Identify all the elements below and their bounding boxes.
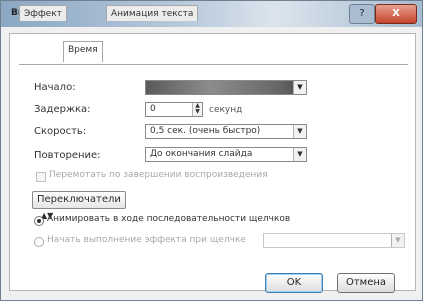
sequence-radio-label: Анимировать в ходе последовательности ще… — [47, 214, 291, 224]
duration-label: Скорость: — [34, 126, 87, 137]
chevron-down-icon: ▼ — [391, 234, 404, 247]
chevron-down-icon: ▼ — [293, 125, 306, 138]
sequence-radio[interactable] — [34, 216, 44, 226]
tab-effect[interactable]: Эффект — [19, 5, 67, 21]
repeat-label: Повторение: — [34, 150, 101, 161]
repeat-value: До окончания слайда — [150, 149, 253, 159]
start-combo[interactable]: ▼ — [145, 80, 307, 95]
delay-spinner[interactable]: 0 ▲ ▼ — [145, 102, 203, 117]
duration-value: 0,5 сек. (очень быстро) — [150, 126, 261, 136]
chevron-down-icon: ▼ — [293, 148, 306, 161]
tab-text-animation[interactable]: Анимация текста — [106, 5, 199, 21]
tab-timing[interactable]: Время — [63, 41, 103, 62]
delay-value: 0 — [150, 104, 156, 114]
on-click-radio-label: Начать выполнение эффекта при щелчке — [47, 235, 246, 245]
on-click-radio[interactable] — [34, 237, 44, 247]
triggers-button[interactable]: Переключатели ▲▼ — [32, 191, 126, 220]
rewind-checkbox[interactable] — [36, 172, 46, 182]
delay-label: Задержка: — [34, 104, 91, 115]
duration-combo[interactable]: 0,5 сек. (очень быстро) ▼ — [145, 124, 307, 139]
spinner-arrows-icon[interactable]: ▲ ▼ — [192, 103, 202, 116]
ok-button[interactable]: OK — [265, 273, 323, 293]
start-label: Начало: — [34, 82, 76, 93]
close-button[interactable]: X — [375, 4, 417, 24]
repeat-combo[interactable]: До окончания слайда ▼ — [145, 147, 307, 162]
cancel-button[interactable]: Отмена — [337, 273, 395, 293]
on-click-object-combo[interactable]: ▼ — [263, 233, 405, 248]
effect-options-dialog: Вылет ? X Эффект Время Анимация текста Н… — [0, 0, 423, 301]
help-button[interactable]: ? — [349, 4, 375, 24]
rewind-label: Перемотать по завершении воспроизведения — [49, 170, 268, 180]
delay-unit: секунд — [209, 105, 243, 115]
chevron-down-icon: ▼ — [293, 81, 306, 94]
triggers-label: Переключатели — [37, 194, 121, 205]
